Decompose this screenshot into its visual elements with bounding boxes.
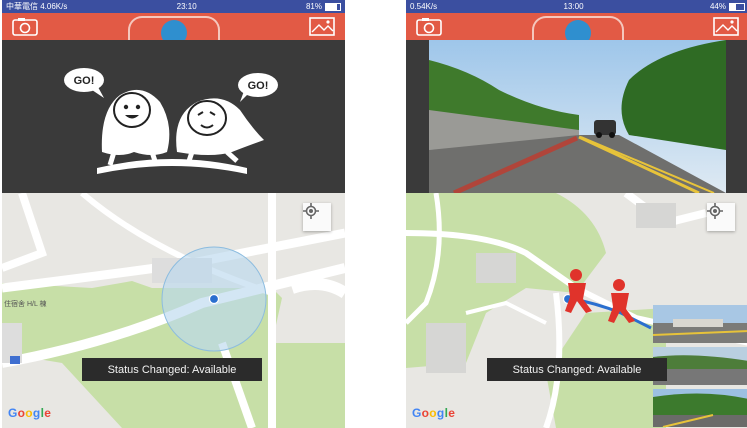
locate-icon xyxy=(707,203,723,219)
map-view[interactable]: 住宿舍 H/L 棟 Status Changed: Available Goog… xyxy=(2,193,345,428)
status-time: 23:10 xyxy=(176,2,197,11)
status-bar: 0.54K/s 13:00 44% xyxy=(406,0,747,13)
gallery-button[interactable] xyxy=(711,16,741,37)
camera-button[interactable] xyxy=(10,16,40,37)
camera-icon xyxy=(12,18,38,36)
photo-thumbnail[interactable] xyxy=(653,305,747,343)
map-place-label: 住宿舍 H/L 棟 xyxy=(4,301,47,308)
status-time: 13:00 xyxy=(563,2,584,11)
my-location-button[interactable] xyxy=(303,203,331,231)
battery-percent: 81% xyxy=(305,2,322,11)
battery-icon xyxy=(325,2,341,11)
gallery-button[interactable] xyxy=(307,16,337,37)
camera-button[interactable] xyxy=(414,16,444,37)
status-toast: Status Changed: Available xyxy=(487,358,667,381)
my-location-button[interactable] xyxy=(707,203,735,231)
camera-icon xyxy=(416,18,442,36)
map-roads xyxy=(2,193,345,428)
illustration-panel: GO! GO! xyxy=(2,40,345,193)
photo-thumbnail-strip[interactable] xyxy=(653,305,747,428)
phone-left-screen: 中華電信 4.06K/s 23:10 81% GO! GO! 住宿舍 H/L 棟… xyxy=(2,0,345,428)
map-view[interactable]: Status Changed: Available Google xyxy=(406,193,747,428)
battery-percent: 44% xyxy=(709,2,726,11)
photo-thumbnail[interactable] xyxy=(653,389,747,427)
google-logo: Google xyxy=(8,406,52,420)
status-left-text: 中華電信 4.06K/s xyxy=(6,2,68,11)
locate-icon xyxy=(303,203,319,219)
battery-icon xyxy=(729,2,745,11)
gallery-icon xyxy=(309,17,335,36)
go-ghosts-illustration: GO! GO! xyxy=(64,68,278,174)
status-toast: Status Changed: Available xyxy=(82,358,262,381)
photo-thumbnail[interactable] xyxy=(653,347,747,385)
road-photo xyxy=(429,40,726,196)
google-logo: Google xyxy=(412,406,456,420)
phone-right-screen: 0.54K/s 13:00 44% Status Changed: Availa… xyxy=(406,0,747,428)
bubble-right-text: GO! xyxy=(248,80,269,92)
status-left-text: 0.54K/s xyxy=(410,2,438,11)
bubble-left-text: GO! xyxy=(74,75,95,87)
photo-panel xyxy=(406,40,747,196)
status-bar: 中華電信 4.06K/s 23:10 81% xyxy=(2,0,345,13)
gallery-icon xyxy=(713,17,739,36)
